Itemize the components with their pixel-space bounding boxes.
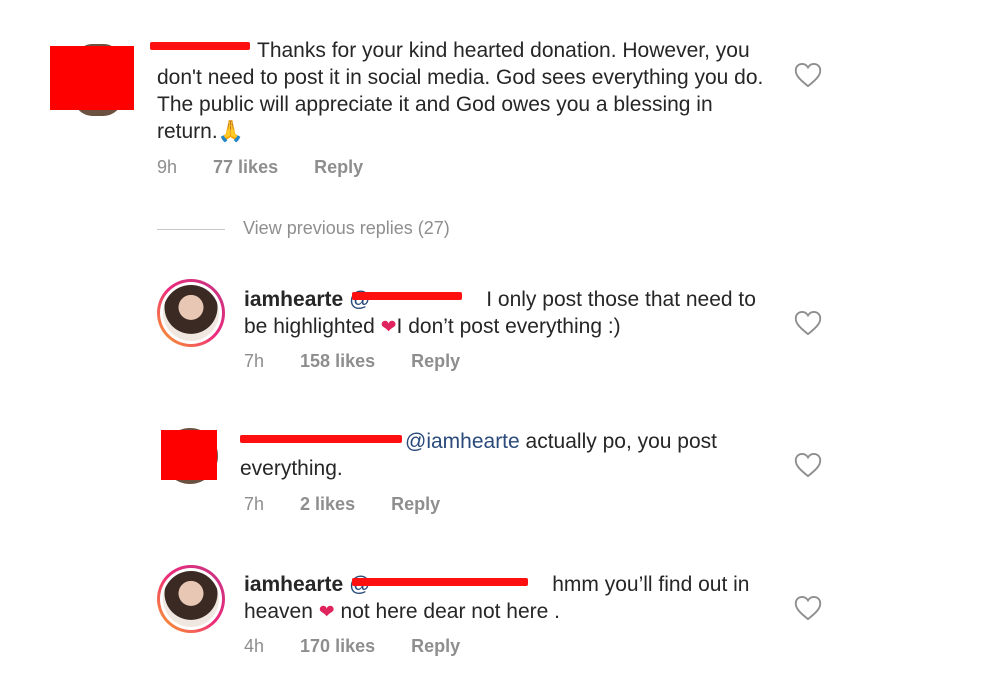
folded-hands-emoji: 🙏 (217, 120, 244, 143)
comment-text: @iamhearte actually po, you post everyth… (240, 428, 780, 482)
heart-outline-icon[interactable] (794, 595, 822, 621)
timestamp: 4h (244, 636, 265, 656)
mention-redaction (352, 578, 528, 586)
comment-text: iamhearte @ I only post those that need … (244, 286, 784, 341)
likes-count[interactable]: 2 likes (300, 494, 355, 514)
reply-button[interactable]: Reply (411, 636, 460, 656)
username[interactable]: iamhearte (244, 573, 343, 596)
avatar[interactable] (157, 279, 225, 347)
comment-body: Thanks for your kind hearted donation. H… (157, 39, 764, 143)
comment-body-line2: everything. (240, 457, 343, 480)
reply-button[interactable]: Reply (314, 157, 363, 177)
likes-count[interactable]: 170 likes (300, 636, 375, 656)
reply-button[interactable]: Reply (411, 351, 460, 371)
heart-outline-icon[interactable] (794, 62, 822, 88)
divider-line (157, 228, 225, 230)
comment-meta: 7h 2 likes Reply (244, 494, 440, 515)
view-previous-replies-label[interactable]: View previous replies (27) (243, 218, 450, 238)
red-heart-emoji: ❤ (380, 317, 397, 338)
likes-count[interactable]: 77 likes (213, 157, 278, 177)
username[interactable]: iamhearte (244, 288, 343, 311)
timestamp: 7h (244, 494, 265, 514)
reply-button[interactable]: Reply (391, 494, 440, 514)
comment-body-line1: I only post those that need to (486, 288, 756, 311)
likes-count[interactable]: 158 likes (300, 351, 375, 371)
avatar[interactable] (157, 565, 225, 633)
timestamp: 9h (157, 157, 178, 177)
heart-outline-icon[interactable] (794, 310, 822, 336)
avatar-redaction (161, 430, 217, 480)
comment-body-line2a: be highlighted (244, 315, 375, 338)
comment-meta: 4h 170 likes Reply (244, 636, 460, 657)
timestamp: 7h (244, 351, 265, 371)
red-heart-emoji: ❤ (318, 602, 335, 623)
comment-meta: 7h 158 likes Reply (244, 351, 460, 372)
comment-meta: 9h 77 likes Reply (157, 157, 363, 178)
comment-body-line2b: not here dear not here . (340, 600, 561, 623)
view-previous-replies[interactable]: View previous replies (27) (157, 218, 450, 239)
mention[interactable]: @iamhearte (405, 430, 520, 453)
comment-body-line2a: heaven (244, 600, 313, 623)
comment-body-line2b: I don’t post everything :) (396, 315, 621, 338)
mention-redaction (352, 292, 462, 300)
avatar-redaction (50, 46, 134, 110)
comment-body-line1: actually po, you post (525, 430, 717, 453)
heart-outline-icon[interactable] (794, 452, 822, 478)
comment-text: Thanks for your kind hearted donation. H… (157, 37, 777, 145)
comment-body-line1: hmm you’ll find out in (552, 573, 750, 596)
